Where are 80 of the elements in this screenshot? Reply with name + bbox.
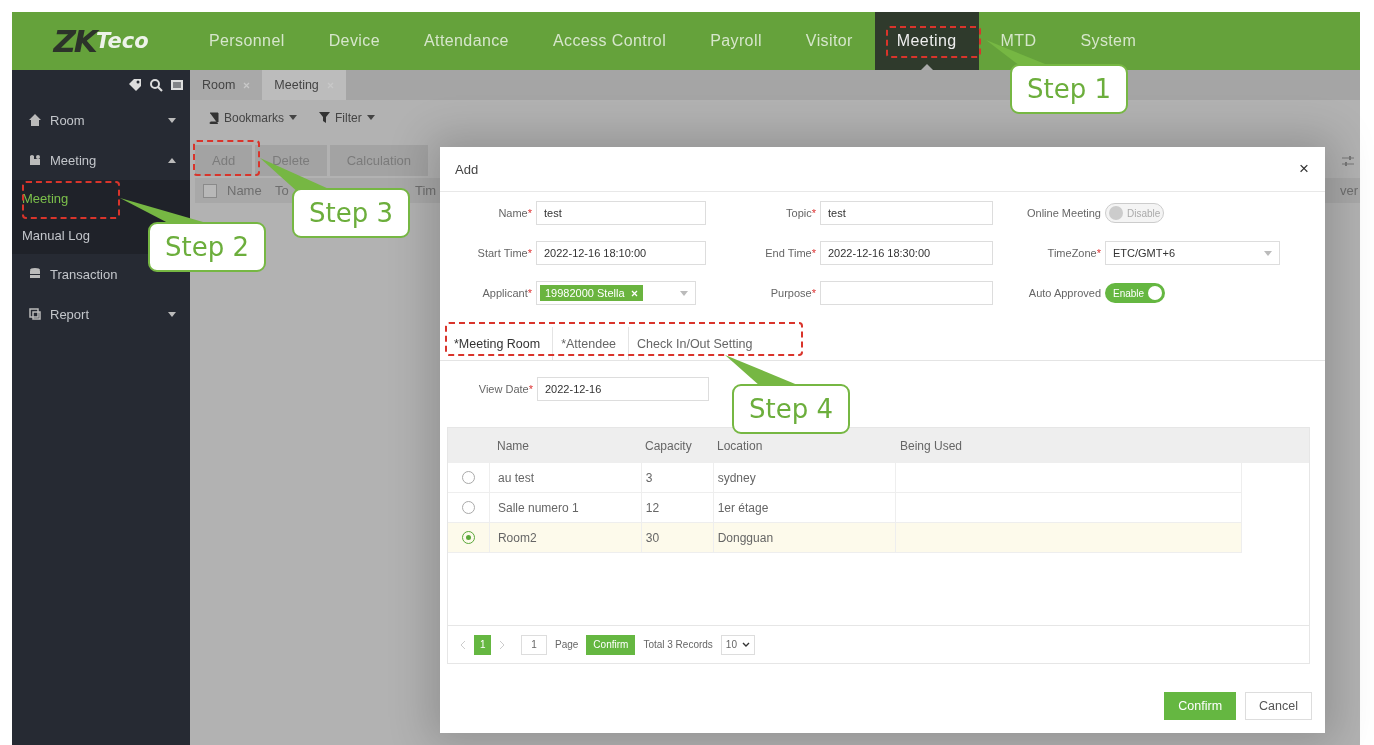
table-row[interactable]: Room2 30 Dongguan (448, 523, 1242, 553)
table-cell: Room2 (489, 523, 642, 552)
table-row[interactable]: au test 3 sydney (448, 463, 1242, 493)
field-label: TimeZone* (1046, 247, 1102, 259)
step-callout: Step 2 (148, 222, 266, 272)
page-label: Page (555, 639, 579, 650)
column-header: Being Used (899, 438, 964, 453)
toolbar-dropdown[interactable]: Filter (319, 110, 375, 125)
sliders-icon[interactable] (1342, 154, 1354, 167)
step-callout: Step 3 (292, 188, 410, 238)
tab[interactable]: Check In/Out Setting (629, 327, 765, 360)
toolbar-dropdown[interactable]: Bookmarks (208, 110, 298, 125)
table-cell: 3 (641, 463, 714, 492)
table-cell: 30 (641, 523, 714, 552)
sidebar-item[interactable]: Meeting (12, 140, 190, 180)
input-field[interactable]: test (820, 201, 993, 225)
submenu-item[interactable]: Manual Log (22, 224, 90, 247)
database-icon (28, 267, 42, 281)
tag-icon[interactable] (128, 78, 142, 92)
nav-item[interactable]: Meeting (874, 12, 979, 70)
field-label: Auto Approved (1027, 287, 1102, 299)
cancel-button[interactable]: Cancel (1245, 692, 1312, 720)
tab[interactable]: Meeting (262, 70, 346, 100)
date-field[interactable]: 2022-12-16 (537, 377, 709, 401)
table-cell: Salle numero 1 (489, 493, 642, 522)
caret-icon (1264, 250, 1272, 256)
table-cell: 1er étage (713, 493, 897, 522)
field-label: Name* (497, 207, 533, 219)
field-label: Topic* (785, 207, 817, 219)
caret-icon (680, 290, 688, 296)
column-header: To (275, 183, 290, 198)
page-size-select[interactable]: 10 (720, 634, 755, 655)
submenu-item[interactable]: Meeting (22, 187, 69, 210)
column-header: Tim (415, 183, 438, 198)
tag-chip: 19982000 Stella (540, 285, 643, 301)
caret-icon (289, 115, 298, 120)
column-header: Name (227, 183, 263, 198)
column-header: Location (716, 438, 764, 453)
report-icon (28, 307, 42, 321)
home-icon (28, 113, 42, 127)
column-header: Capacity (644, 438, 693, 453)
caret-icon (366, 115, 375, 120)
field-label: Applicant* (481, 287, 533, 299)
field-label: Purpose* (769, 287, 817, 299)
input-field[interactable]: test (536, 201, 706, 225)
tab[interactable]: *Attendee (553, 327, 630, 360)
tab[interactable]: Room (190, 70, 263, 100)
select-field[interactable]: ETC/GMT+6 (1105, 241, 1280, 265)
column-header: ver (1339, 183, 1359, 198)
input-field[interactable]: 2022-12-16 18:30:00 (820, 241, 993, 265)
checkbox[interactable] (203, 183, 217, 198)
dashed-highlight (193, 140, 260, 176)
step-callout: Step 4 (732, 384, 850, 434)
close-icon (243, 81, 251, 89)
dialog-title: Add (455, 161, 479, 177)
total-records: Total 3 Records (643, 639, 713, 650)
table-cell: au test (489, 463, 642, 492)
page-input[interactable]: 1 (521, 634, 547, 655)
chevron-down-icon (742, 642, 750, 647)
chevron-left-icon[interactable] (460, 639, 466, 650)
sidebar-item[interactable]: Report (12, 294, 190, 334)
field-label: End Time* (764, 247, 817, 259)
list-icon[interactable] (170, 78, 184, 92)
input-field[interactable]: 2022-12-16 18:10:00 (536, 241, 706, 265)
table-cell: sydney (713, 463, 897, 492)
chevron-right-icon[interactable] (499, 639, 505, 650)
close-icon (630, 289, 638, 297)
field-label: View Date* (477, 383, 534, 395)
step-callout: Step 1 (1010, 64, 1128, 114)
table-cell: 12 (641, 493, 714, 522)
search-icon[interactable] (149, 78, 163, 92)
field-label: Online Meeting (1026, 207, 1102, 219)
sidebar-item[interactable]: Room (12, 100, 190, 140)
column-header: Name (496, 438, 530, 453)
input-field[interactable] (820, 281, 993, 305)
filter-icon (319, 112, 331, 123)
field-label: Start Time* (476, 247, 533, 259)
logo: ZKTeco (51, 22, 150, 61)
close-button[interactable]: × (1299, 159, 1309, 179)
table-cell: Dongguan (713, 523, 897, 552)
